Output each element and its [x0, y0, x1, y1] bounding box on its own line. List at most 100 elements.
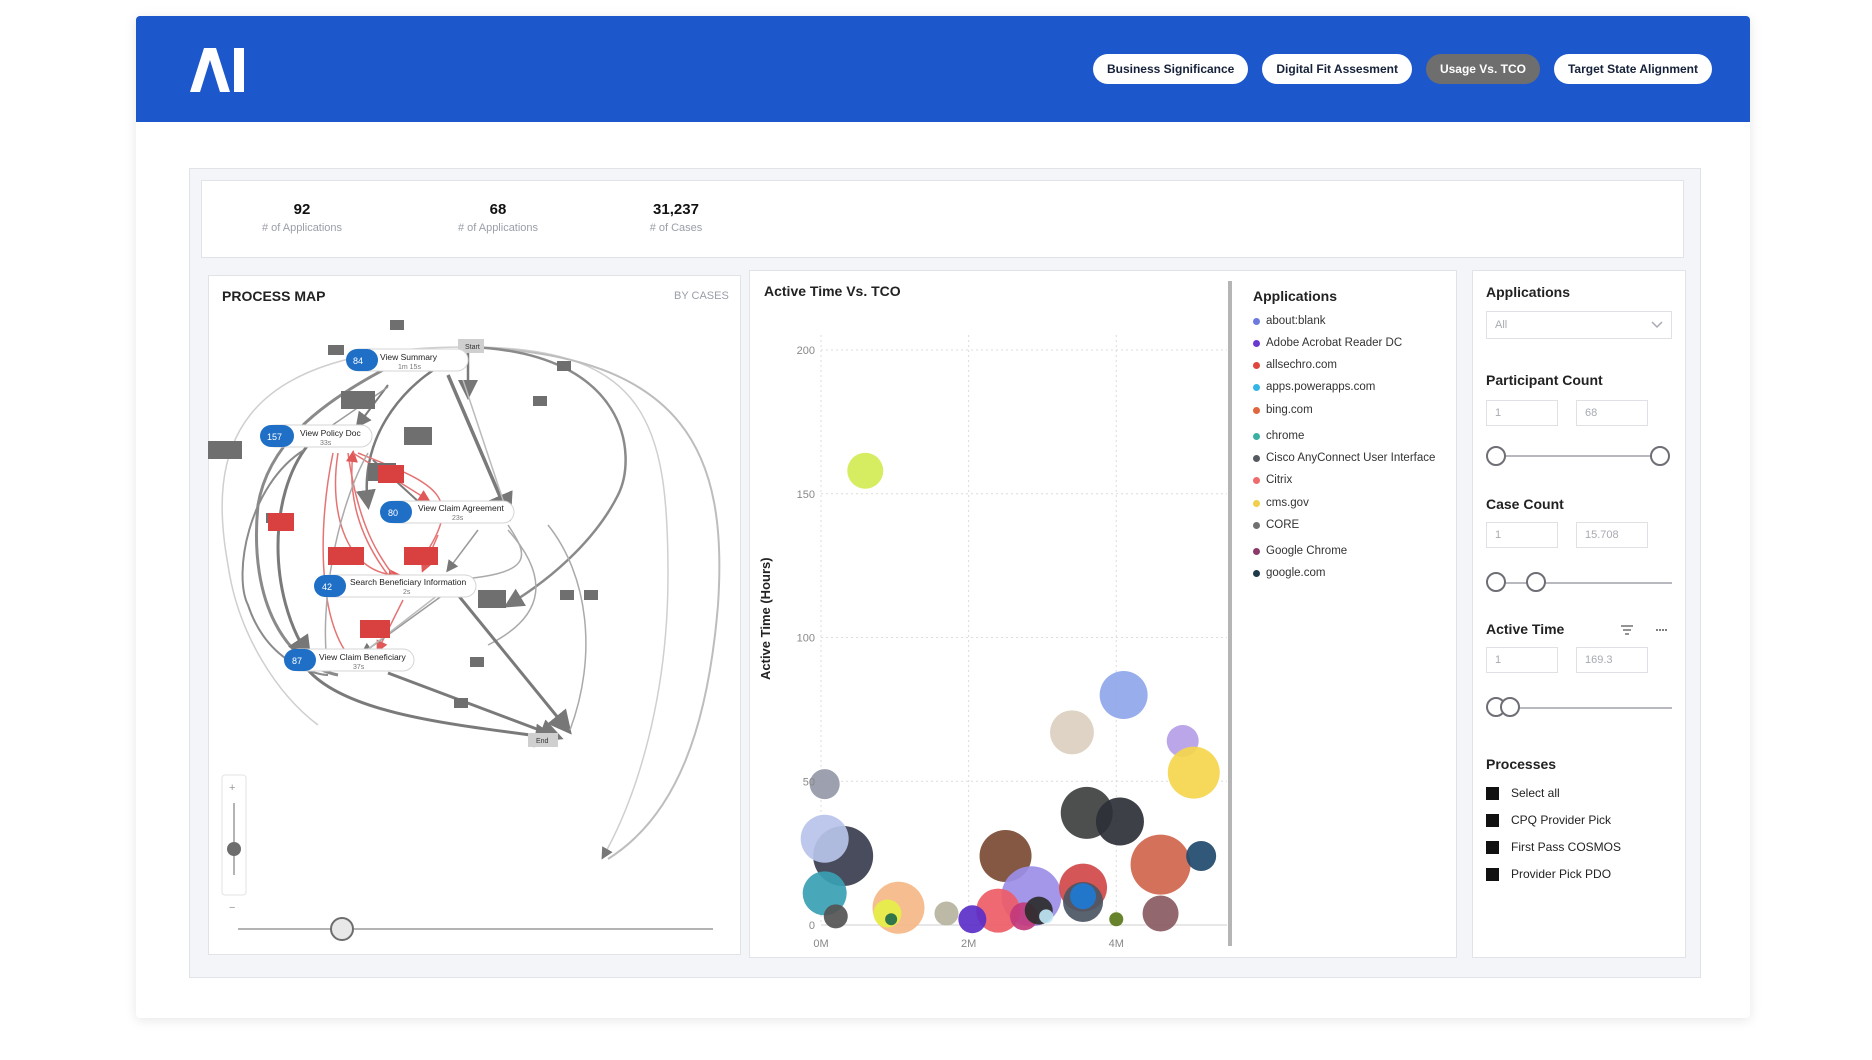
edge	[469, 346, 721, 860]
legend-dot	[1253, 476, 1260, 484]
node-time: 37s	[353, 664, 365, 671]
tab-digital-fit-assesment[interactable]: Digital Fit Assesment	[1262, 54, 1412, 84]
participant-count-max-handle[interactable]	[1650, 446, 1670, 466]
x-tick-label: 2M	[961, 938, 976, 950]
stat-value: 68	[489, 201, 507, 218]
y-tick-label: 200	[797, 345, 815, 357]
legend-item[interactable]: about:blank	[1253, 315, 1325, 327]
legend-label: cms.gov	[1266, 497, 1309, 509]
y-tick-label: 150	[797, 489, 815, 501]
node-time: 2s	[403, 589, 411, 596]
y-tick-label: 50	[803, 776, 815, 788]
legend-item[interactable]: Google Chrome	[1253, 545, 1347, 557]
case-count-max-handle[interactable]	[1526, 572, 1546, 592]
checkbox[interactable]	[1486, 786, 1499, 800]
y-axis-label: Active Time (Hours)	[758, 557, 773, 680]
chart-bubble[interactable]	[1142, 895, 1179, 932]
start-node-label: Start	[465, 344, 480, 351]
active-time-max-handle[interactable]	[1500, 697, 1520, 717]
detail-slider-handle[interactable]	[330, 917, 354, 941]
case-count-min-handle[interactable]	[1486, 572, 1506, 592]
tab-business-significance[interactable]: Business Significance	[1092, 54, 1249, 84]
zoom-out-button[interactable]: −	[229, 902, 235, 914]
legend-item[interactable]: chrome	[1253, 430, 1304, 442]
edge	[487, 529, 537, 646]
participant-count-min-handle[interactable]	[1486, 446, 1506, 466]
applications-select-value: All	[1495, 319, 1508, 331]
chart-bubble[interactable]	[1186, 841, 1217, 871]
ai-logo	[190, 48, 244, 92]
scatter-chart[interactable]: 0 50 100 150 200 0M 2M 4M Active Time (Hours)	[749, 300, 1237, 960]
chart-bubble[interactable]	[1049, 710, 1094, 755]
legend-dot	[1253, 547, 1260, 555]
node-name: View Policy Doc	[300, 428, 362, 438]
process-map-graph[interactable]: Start End 84 View Summary 1m 15s 157 Vie…	[208, 275, 741, 955]
chart-bubble[interactable]	[1109, 912, 1124, 927]
stat-cases: 31,237 # of Cases	[606, 201, 746, 234]
chart-scrollbar[interactable]	[1228, 281, 1232, 946]
stat-applications-1: 92 # of Applications	[232, 201, 372, 234]
participant-count-min-input[interactable]: 1	[1486, 400, 1558, 426]
legend-item[interactable]: Adobe Acrobat Reader DC	[1253, 337, 1402, 349]
chart-bubble[interactable]	[934, 901, 959, 926]
participant-count-max-input[interactable]: 68	[1576, 400, 1648, 426]
checkbox[interactable]	[1486, 813, 1499, 827]
zoom-in-button[interactable]: +	[229, 782, 235, 794]
process-checkbox-first-pass-cosmos[interactable]: First Pass COSMOS	[1486, 840, 1621, 854]
stat-label: # of Applications	[457, 222, 539, 234]
chart-bubble[interactable]	[958, 905, 987, 934]
chart-bubble[interactable]	[1039, 909, 1054, 924]
case-count-label: Case Count	[1486, 496, 1564, 512]
chevron-down-icon	[1651, 321, 1663, 329]
process-checkbox-select-all[interactable]: Select all	[1486, 786, 1560, 800]
checkbox[interactable]	[1486, 867, 1499, 881]
process-node-view-claim-beneficiary[interactable]: 87 View Claim Beneficiary 37s	[284, 648, 415, 672]
active-time-max-input[interactable]: 169.3	[1576, 647, 1648, 673]
legend-item[interactable]: apps.powerapps.com	[1253, 381, 1375, 393]
checkbox[interactable]	[1486, 840, 1499, 854]
legend-item[interactable]: Citrix	[1253, 474, 1292, 486]
process-node-view-summary[interactable]: 84 View Summary 1m 15s	[346, 348, 469, 372]
legend-item[interactable]: Cisco AnyConnect User Interface	[1253, 452, 1435, 464]
chart-bubble[interactable]	[1095, 797, 1144, 846]
legend-label: Adobe Acrobat Reader DC	[1266, 337, 1403, 349]
legend-item[interactable]: allsechro.com	[1253, 359, 1337, 371]
case-count-max-input[interactable]: 15.708	[1576, 522, 1648, 548]
chart-bubble[interactable]	[847, 452, 884, 489]
chart-bubble[interactable]	[800, 814, 849, 863]
stat-value: 92	[293, 201, 311, 218]
edge	[306, 669, 559, 748]
tab-usage-vs-tco[interactable]: Usage Vs. TCO	[1425, 54, 1540, 84]
legend-item[interactable]: cms.gov	[1253, 497, 1309, 509]
process-checkbox-provider-pick-pdo[interactable]: Provider Pick PDO	[1486, 867, 1611, 881]
process-node-view-claim-agreement[interactable]: 80 View Claim Agreement 23s	[380, 500, 515, 524]
process-node-view-policy-doc[interactable]: 157 View Policy Doc 33s	[260, 424, 373, 448]
applications-select[interactable]: All	[1486, 311, 1672, 339]
legend-dot	[1253, 521, 1260, 529]
process-node-search-beneficiary-information[interactable]: 42 Search Beneficiary Information 2s	[314, 574, 477, 598]
chart-bubble[interactable]	[1130, 834, 1191, 895]
case-count-min-input[interactable]: 1	[1486, 522, 1558, 548]
chart-bubble[interactable]	[1070, 883, 1097, 910]
filter-icon[interactable]	[1621, 625, 1633, 635]
edge	[276, 444, 312, 660]
active-time-min-input[interactable]: 1	[1486, 647, 1558, 673]
legend-dot	[1253, 361, 1260, 369]
process-checkbox-cpq-provider-pick[interactable]: CPQ Provider Pick	[1486, 813, 1611, 827]
legend-item[interactable]: google.com	[1253, 567, 1325, 579]
legend-item[interactable]: bing.com	[1253, 404, 1313, 416]
chart-bubble[interactable]	[885, 913, 898, 926]
edge	[462, 379, 509, 516]
node-count: 42	[322, 582, 332, 592]
legend-dot	[1253, 499, 1260, 507]
chart-bubble[interactable]	[1099, 671, 1148, 719]
chart-bubble[interactable]	[1167, 746, 1220, 799]
chart-bubble[interactable]	[823, 904, 848, 929]
chart-bubbles	[800, 452, 1220, 934]
more-icon[interactable]	[1656, 628, 1668, 632]
legend-item[interactable]: CORE	[1253, 519, 1299, 531]
chart-title: Active Time Vs. TCO	[764, 283, 901, 299]
tab-target-state-alignment[interactable]: Target State Alignment	[1553, 54, 1712, 84]
legend-label: chrome	[1266, 430, 1305, 442]
zoom-handle[interactable]	[227, 842, 241, 856]
